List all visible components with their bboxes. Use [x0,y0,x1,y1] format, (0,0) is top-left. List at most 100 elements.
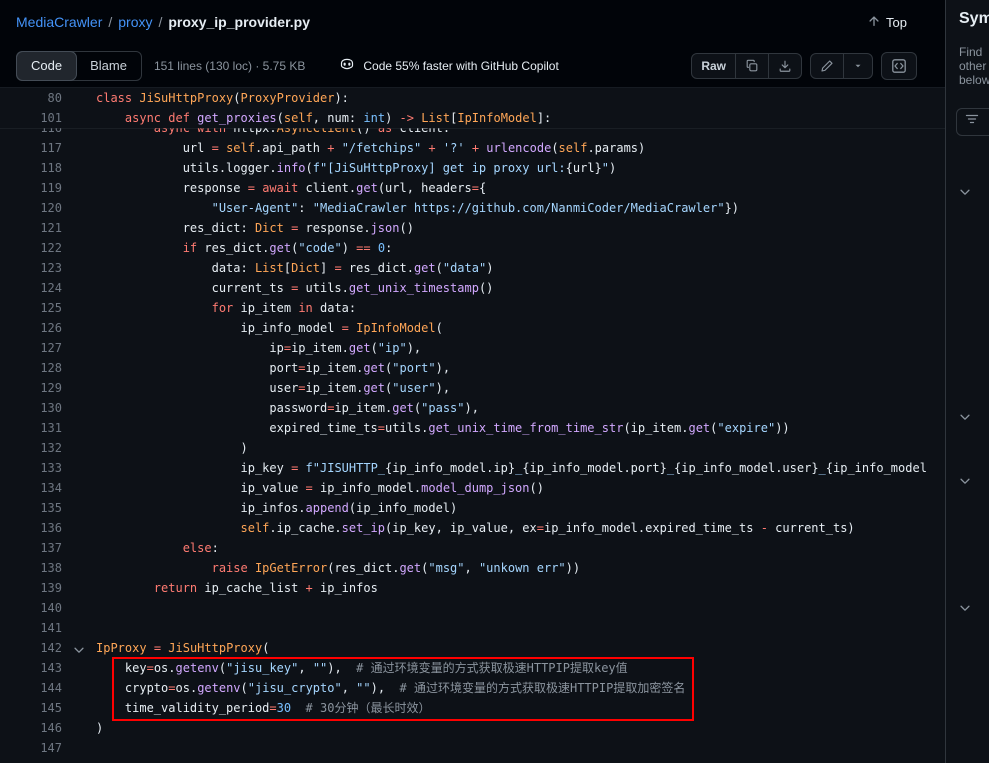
code-text: class JiSuHttpProxy(ProxyProvider): [96,88,945,108]
line-number[interactable]: 125 [0,298,62,318]
code-line: 131 expired_time_ts=utils.get_unix_time_… [0,418,945,438]
code-text: port=ip_item.get("port"), [96,358,945,378]
copilot-banner[interactable]: Code 55% faster with GitHub Copilot [339,56,558,75]
line-number[interactable]: 141 [0,618,62,638]
line-number[interactable]: 118 [0,158,62,178]
line-number[interactable]: 119 [0,178,62,198]
line-number[interactable]: 101 [0,108,62,128]
line-number[interactable]: 137 [0,538,62,558]
fold-gutter [62,658,96,678]
fold-gutter [62,718,96,738]
line-number[interactable]: 133 [0,458,62,478]
line-number[interactable]: 80 [0,88,62,108]
fold-gutter [62,418,96,438]
code-line: 133 ip_key = f"JISUHTTP_{ip_info_model.i… [0,458,945,478]
symbols-description-line: below [959,73,989,87]
chevron-down-icon[interactable] [958,185,974,201]
line-number[interactable]: 140 [0,598,62,618]
back-to-top-button[interactable]: Top [867,14,907,31]
code-text: time_validity_period=30 # 30分钟（最长时效） [96,698,945,718]
line-number[interactable]: 139 [0,578,62,598]
line-number[interactable]: 128 [0,358,62,378]
code-line: 138 raise IpGetError(res_dict.get("msg",… [0,558,945,578]
line-number[interactable]: 136 [0,518,62,538]
tab-code[interactable]: Code [17,52,76,80]
code-text: data: List[Dict] = res_dict.get("data") [96,258,945,278]
line-number[interactable]: 135 [0,498,62,518]
code-text: key=os.getenv("jisu_key", ""), # 通过环境变量的… [96,658,945,678]
edit-dropdown-button[interactable] [843,54,872,78]
code-text: expired_time_ts=utils.get_unix_time_from… [96,418,945,438]
sticky-lines: 80 class JiSuHttpProxy(ProxyProvider): 101… [0,88,945,128]
back-to-top-label: Top [886,15,907,30]
file-meta-info: 151 lines (130 loc) · 5.75 KB [154,59,305,73]
line-number[interactable]: 130 [0,398,62,418]
line-number[interactable]: 145 [0,698,62,718]
raw-button[interactable]: Raw [692,54,735,78]
fold-gutter [62,298,96,318]
line-number[interactable]: 117 [0,138,62,158]
line-number[interactable]: 138 [0,558,62,578]
fold-gutter [62,358,96,378]
breadcrumb-dir-link[interactable]: proxy [118,14,152,30]
code-text: ip_value = ip_info_model.model_dump_json… [96,478,945,498]
line-number[interactable]: 126 [0,318,62,338]
fold-gutter [62,618,96,638]
code-line: 134 ip_value = ip_info_model.model_dump_… [0,478,945,498]
copilot-banner-text: Code 55% faster with GitHub Copilot [363,59,558,73]
fold-gutter [62,198,96,218]
code-text: utils.logger.info(f"[JiSuHttpProxy] get … [96,158,945,178]
code-line: 142 IpProxy = JiSuHttpProxy( [0,638,945,658]
code-line: 128 port=ip_item.get("port"), [0,358,945,378]
code-line: 117 url = self.api_path + "/fetchips" + … [0,138,945,158]
chevron-down-icon[interactable] [958,474,974,490]
line-number[interactable]: 147 [0,738,62,758]
raw-copy-download-group: Raw [691,53,802,79]
code-line: 139 return ip_cache_list + ip_infos [0,578,945,598]
chevron-down-icon[interactable] [958,601,974,617]
line-number[interactable]: 122 [0,238,62,258]
code-text [96,738,945,758]
code-text: IpProxy = JiSuHttpProxy( [96,638,945,658]
download-icon [778,59,792,73]
pencil-icon [820,59,834,73]
symbols-toggle-group [881,52,917,80]
line-number[interactable]: 121 [0,218,62,238]
code-text: ip=ip_item.get("ip"), [96,338,945,358]
fold-gutter [62,338,96,358]
tab-blame[interactable]: Blame [76,52,141,80]
file-toolbar: Code Blame 151 lines (130 loc) · 5.75 KB… [0,44,945,88]
line-number[interactable]: 144 [0,678,62,698]
line-number[interactable]: 124 [0,278,62,298]
fold-gutter [62,738,96,758]
line-number[interactable]: 120 [0,198,62,218]
line-number[interactable]: 127 [0,338,62,358]
line-number[interactable]: 146 [0,718,62,738]
fold-gutter [62,108,96,128]
line-number[interactable]: 142 [0,638,62,658]
fold-gutter [62,458,96,478]
fold-toggle-icon[interactable] [62,638,96,658]
code-line: 126 ip_info_model = IpInfoModel( [0,318,945,338]
breadcrumb-repo-link[interactable]: MediaCrawler [16,14,102,30]
chevron-down-icon[interactable] [958,410,974,426]
symbols-panel-toggle-button[interactable] [882,53,916,79]
symbols-panel-icon [891,58,907,74]
fold-gutter [62,318,96,338]
symbols-description-line: Find [959,45,989,59]
line-number[interactable]: 143 [0,658,62,678]
line-number[interactable]: 134 [0,478,62,498]
fold-gutter [62,278,96,298]
download-button[interactable] [768,54,801,78]
copy-button[interactable] [735,54,768,78]
symbols-panel: Symbols Find other below [945,0,989,763]
code-text: user=ip_item.get("user"), [96,378,945,398]
line-number[interactable]: 129 [0,378,62,398]
code-text: ) [96,718,945,738]
symbols-panel-description: Find other below [959,45,989,87]
line-number[interactable]: 132 [0,438,62,458]
line-number[interactable]: 123 [0,258,62,278]
edit-button[interactable] [811,54,843,78]
symbols-filter-input[interactable] [956,108,989,136]
line-number[interactable]: 131 [0,418,62,438]
